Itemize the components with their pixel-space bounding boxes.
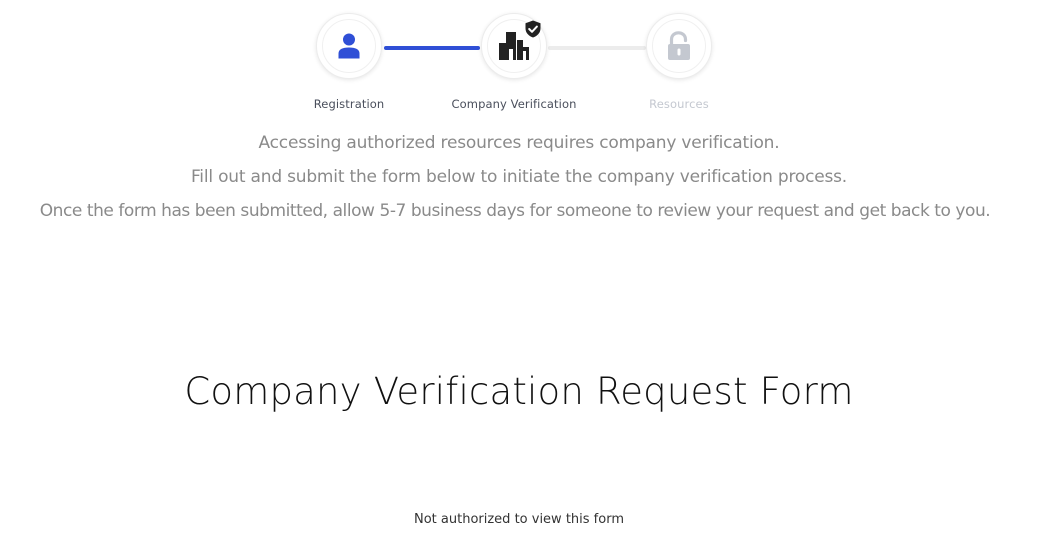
- step-label-resources: Resources: [649, 97, 709, 111]
- step-resources[interactable]: [646, 13, 712, 79]
- user-icon: [338, 33, 360, 59]
- step-resources-inner: [652, 19, 706, 73]
- progress-stepper: Registration Company Verification Resour…: [0, 0, 1038, 120]
- authorization-message: Not authorized to view this form: [414, 512, 624, 527]
- intro-text-line-2: Fill out and submit the form below to in…: [190, 167, 848, 187]
- step-label-registration: Registration: [313, 97, 385, 111]
- step-connector-completed: [384, 46, 480, 50]
- form-title: Company Verification Request Form: [184, 370, 854, 413]
- step-connector-pending: [548, 46, 646, 50]
- intro-text-line-3: Once the form has been submitted, allow …: [39, 201, 991, 221]
- step-registration-inner: [322, 19, 376, 73]
- unlocked-padlock-icon: [668, 31, 690, 60]
- intro-text-line-1: Accessing authorized resources requires …: [258, 133, 780, 153]
- shield-check-icon: [525, 20, 541, 38]
- step-registration[interactable]: [316, 13, 382, 79]
- page: Registration Company Verification Resour…: [0, 0, 1038, 539]
- step-label-company-verification: Company Verification: [451, 97, 577, 111]
